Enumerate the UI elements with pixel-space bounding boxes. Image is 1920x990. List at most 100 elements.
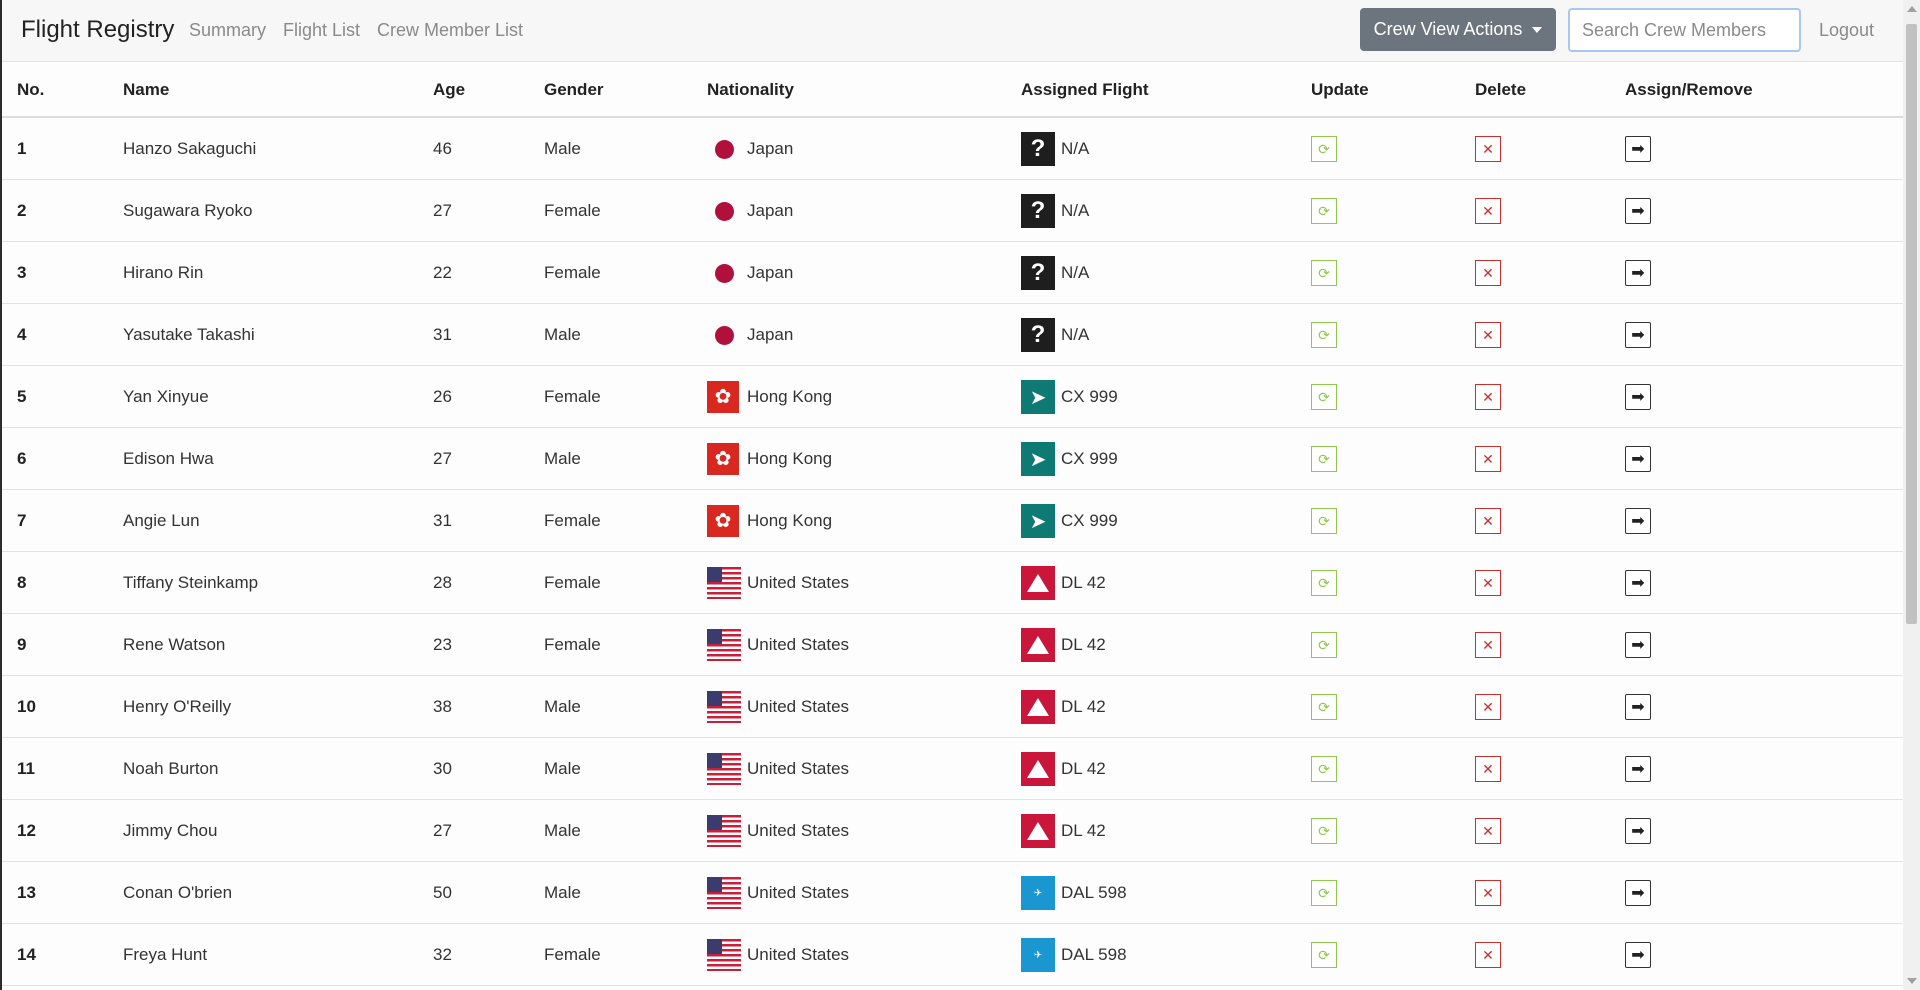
- assign-arrow-icon[interactable]: ➡: [1625, 198, 1651, 224]
- update-refresh-icon[interactable]: ⟳: [1311, 756, 1337, 782]
- assign-arrow-icon[interactable]: ➡: [1625, 632, 1651, 658]
- us-flag-icon: [707, 629, 741, 661]
- assigned-flight-cell: ? N/A: [1021, 242, 1089, 304]
- assign-arrow-icon[interactable]: ➡: [1625, 818, 1651, 844]
- table-row: 13 Conan O'brien 50 Male United States ✈ DAL 5…: [2, 862, 1903, 924]
- crew-view-actions-button[interactable]: Crew View Actions: [1360, 8, 1556, 51]
- assign-cell: ➡: [1625, 552, 1651, 614]
- assign-arrow-icon[interactable]: ➡: [1625, 136, 1651, 162]
- scrollbar-thumb[interactable]: [1906, 24, 1917, 624]
- nationality-cell: United States: [707, 552, 849, 614]
- delete-x-icon[interactable]: ✕: [1475, 322, 1501, 348]
- row-number: 12: [17, 821, 36, 840]
- table-row: 5 Yan Xinyue 26 Female ✿ Hong Kong ➤ CX 999 ⟳ ✕ ➡: [2, 366, 1903, 428]
- assign-arrow-icon[interactable]: ➡: [1625, 756, 1651, 782]
- update-refresh-icon[interactable]: ⟳: [1311, 384, 1337, 410]
- nav-link-flight-list[interactable]: Flight List: [283, 20, 360, 41]
- update-refresh-icon[interactable]: ⟳: [1311, 880, 1337, 906]
- assign-arrow-icon[interactable]: ➡: [1625, 570, 1651, 596]
- crew-name: Conan O'brien: [123, 883, 233, 902]
- nationality-cell: United States: [707, 924, 849, 986]
- update-refresh-icon[interactable]: ⟳: [1311, 942, 1337, 968]
- delete-x-icon[interactable]: ✕: [1475, 198, 1501, 224]
- delete-x-icon[interactable]: ✕: [1475, 384, 1501, 410]
- delete-x-icon[interactable]: ✕: [1475, 880, 1501, 906]
- crew-age: 28: [433, 573, 452, 592]
- row-number: 11: [17, 759, 35, 778]
- assign-arrow-icon[interactable]: ➡: [1625, 260, 1651, 286]
- update-refresh-icon[interactable]: ⟳: [1311, 260, 1337, 286]
- delete-x-icon[interactable]: ✕: [1475, 446, 1501, 472]
- crew-gender: Male: [544, 449, 581, 468]
- crew-view-actions-label: Crew View Actions: [1373, 19, 1523, 39]
- delete-x-icon[interactable]: ✕: [1475, 632, 1501, 658]
- nav-link-crew-member-list[interactable]: Crew Member List: [377, 20, 523, 41]
- header-update: Update: [1311, 80, 1369, 99]
- vertical-scrollbar[interactable]: [1903, 0, 1920, 990]
- delete-cell: ✕: [1475, 428, 1501, 490]
- brand-title[interactable]: Flight Registry: [21, 16, 174, 44]
- table-row: 2 Sugawara Ryoko 27 Female Japan? N/A ⟳ ✕ ➡: [2, 180, 1903, 242]
- nationality-text: Japan: [747, 263, 794, 282]
- assign-arrow-icon[interactable]: ➡: [1625, 446, 1651, 472]
- flight-code: DAL 598: [1061, 945, 1127, 964]
- logout-link[interactable]: Logout: [1819, 20, 1874, 41]
- flight-code: DL 42: [1061, 635, 1106, 654]
- crew-gender: Male: [544, 759, 581, 778]
- row-number: 7: [17, 511, 27, 530]
- search-crew-input[interactable]: [1568, 8, 1801, 52]
- delete-x-icon[interactable]: ✕: [1475, 260, 1501, 286]
- crew-gender: Female: [544, 511, 601, 530]
- crew-age: 27: [433, 449, 452, 468]
- update-refresh-icon[interactable]: ⟳: [1311, 322, 1337, 348]
- delete-x-icon[interactable]: ✕: [1475, 570, 1501, 596]
- crew-age: 27: [433, 201, 452, 220]
- delete-x-icon[interactable]: ✕: [1475, 136, 1501, 162]
- assign-cell: ➡: [1625, 490, 1651, 552]
- scroll-up-arrow-icon[interactable]: [1907, 6, 1917, 12]
- update-refresh-icon[interactable]: ⟳: [1311, 198, 1337, 224]
- update-refresh-icon[interactable]: ⟳: [1311, 818, 1337, 844]
- assign-arrow-icon[interactable]: ➡: [1625, 322, 1651, 348]
- update-refresh-icon[interactable]: ⟳: [1311, 694, 1337, 720]
- delete-x-icon[interactable]: ✕: [1475, 694, 1501, 720]
- header-assigned-flight: Assigned Flight: [1021, 80, 1149, 99]
- hong-kong-flag-icon: ✿: [707, 443, 739, 475]
- assign-arrow-icon[interactable]: ➡: [1625, 880, 1651, 906]
- assigned-flight-cell: ➤ CX 999: [1021, 428, 1118, 490]
- flight-code: DL 42: [1061, 697, 1106, 716]
- delete-x-icon[interactable]: ✕: [1475, 756, 1501, 782]
- delete-cell: ✕: [1475, 366, 1501, 428]
- update-refresh-icon[interactable]: ⟳: [1311, 508, 1337, 534]
- update-refresh-icon[interactable]: ⟳: [1311, 136, 1337, 162]
- update-cell: ⟳: [1311, 552, 1337, 614]
- flight-code: N/A: [1061, 201, 1090, 220]
- update-refresh-icon[interactable]: ⟳: [1311, 570, 1337, 596]
- update-refresh-icon[interactable]: ⟳: [1311, 446, 1337, 472]
- update-refresh-icon[interactable]: ⟳: [1311, 632, 1337, 658]
- assign-arrow-icon[interactable]: ➡: [1625, 508, 1651, 534]
- hong-kong-flag-icon: ✿: [707, 381, 739, 413]
- delete-x-icon[interactable]: ✕: [1475, 818, 1501, 844]
- delete-x-icon[interactable]: ✕: [1475, 942, 1501, 968]
- header-name: Name: [123, 80, 170, 99]
- assign-arrow-icon[interactable]: ➡: [1625, 384, 1651, 410]
- nav-link-summary[interactable]: Summary: [189, 20, 266, 41]
- row-number: 9: [17, 635, 27, 654]
- assign-arrow-icon[interactable]: ➡: [1625, 694, 1651, 720]
- crew-name: Rene Watson: [123, 635, 226, 654]
- flight-code: DL 42: [1061, 759, 1106, 778]
- nationality-text: Hong Kong: [747, 387, 833, 406]
- delete-cell: ✕: [1475, 738, 1501, 800]
- assign-arrow-icon[interactable]: ➡: [1625, 942, 1651, 968]
- scroll-down-arrow-icon[interactable]: [1907, 978, 1917, 984]
- delete-x-icon[interactable]: ✕: [1475, 508, 1501, 534]
- crew-gender: Male: [544, 821, 581, 840]
- row-number: 10: [17, 697, 36, 716]
- nationality-cell: ✿ Hong Kong: [707, 490, 832, 552]
- assign-cell: ➡: [1625, 118, 1651, 180]
- table-row: 8 Tiffany Steinkamp 28 Female United States D…: [2, 552, 1903, 614]
- assigned-flight-cell: DL 42: [1021, 676, 1106, 738]
- delete-cell: ✕: [1475, 614, 1501, 676]
- delete-cell: ✕: [1475, 118, 1501, 180]
